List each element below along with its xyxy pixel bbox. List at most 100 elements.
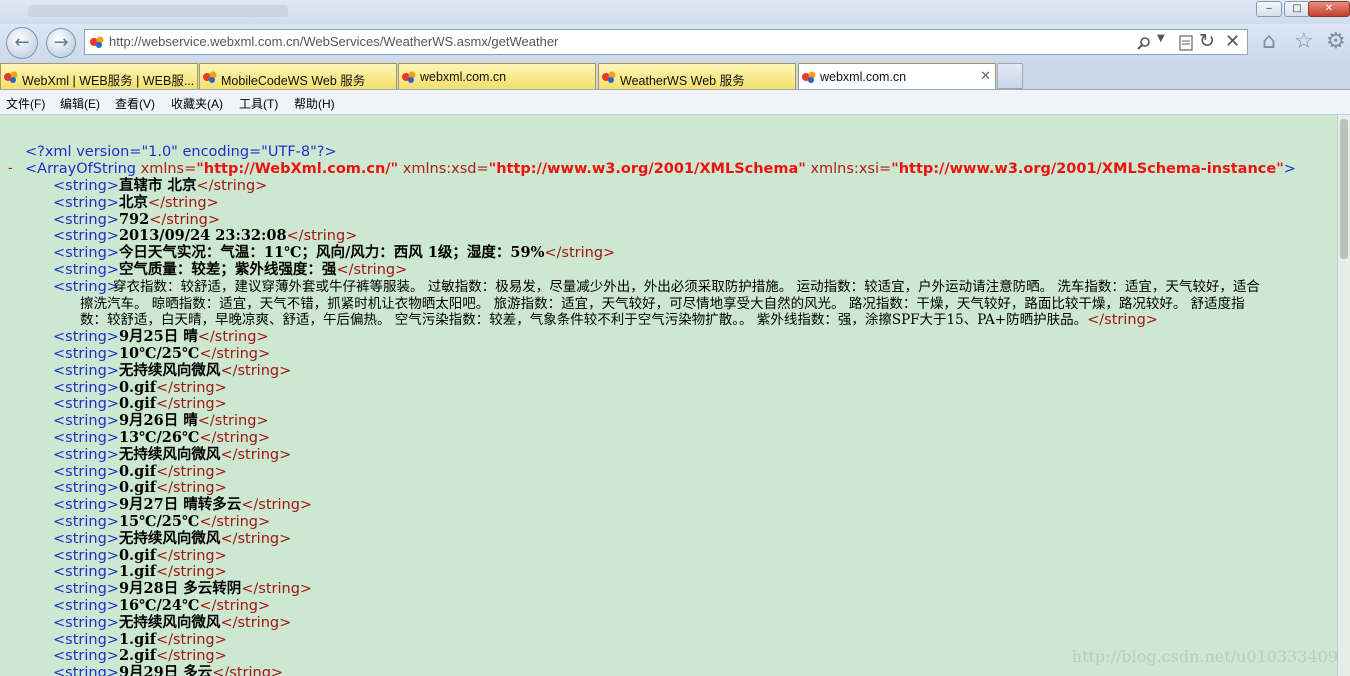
string-value: 无持续风向微风 — [118, 529, 221, 547]
string-element: <string>13℃/26℃</string> — [53, 429, 271, 446]
string-element: <string>0.gif</string> — [53, 479, 227, 497]
index-string-element: <string> — [53, 278, 119, 295]
menu-favorites[interactable]: 收藏夹(A) — [171, 95, 223, 112]
string-element: <string>今日天气实况：气温：11℃；风向/风力：西风 1级；湿度：59%… — [53, 244, 616, 262]
string-element: <string>9月26日 晴</string> — [53, 412, 269, 430]
xml-document: <?xml version="1.0" encoding="UTF-8"?> -… — [0, 115, 1350, 676]
menu-edit[interactable]: 编辑(E) — [60, 95, 100, 112]
navigation-bar: ← → http://webservice.webxml.com.cn/WebS… — [0, 24, 1350, 62]
string-value: 直辖市 北京 — [118, 177, 197, 194]
string-value: 0.gif — [118, 378, 156, 396]
new-tab-button[interactable] — [997, 63, 1023, 89]
tab-weatherws[interactable]: WeatherWS Web 服务 — [598, 63, 796, 89]
window-title-blurred — [28, 5, 288, 17]
string-element: <string>10℃/25℃</string> — [53, 345, 271, 362]
menu-help[interactable]: 帮助(H) — [294, 95, 335, 112]
address-bar[interactable]: http://webservice.webxml.com.cn/WebServi… — [84, 29, 1248, 55]
tab-active-webxml[interactable]: webxml.com.cn ✕ — [798, 63, 996, 89]
string-value: 无持续风向微风 — [118, 445, 221, 463]
menu-view[interactable]: 查看(V) — [115, 95, 155, 112]
address-url[interactable]: http://webservice.webxml.com.cn/WebServi… — [109, 34, 558, 49]
tab-label: webxml.com.cn — [420, 70, 507, 84]
tab-mobilecodews[interactable]: MobileCodeWS Web 服务 — [199, 63, 397, 89]
home-icon[interactable]: ⌂ — [1262, 29, 1276, 55]
refresh-button[interactable]: ↻ — [1199, 30, 1215, 52]
tab-label: WebXml | WEB服务 | WEB服... — [22, 74, 195, 88]
close-tab-icon[interactable]: ✕ — [980, 68, 991, 84]
string-element: <string>0.gif</string> — [53, 395, 227, 413]
string-element: <string>2.gif</string> — [53, 647, 227, 665]
vertical-scrollbar[interactable] — [1337, 115, 1350, 676]
site-favicon-icon — [203, 71, 217, 83]
site-favicon-icon — [402, 71, 416, 83]
tab-bar: WebXml | WEB服务 | WEB服... MobileCodeWS We… — [0, 62, 1350, 90]
index-text-line: 数：较舒适，白天晴，早晚凉爽、舒适，午后偏热。 空气污染指数：较差，气象条件较不… — [80, 312, 1158, 329]
favorites-star-icon[interactable]: ☆ — [1294, 29, 1314, 55]
stop-button[interactable]: ✕ — [1225, 31, 1240, 52]
forward-button[interactable]: → — [46, 28, 76, 58]
string-value: 16℃/24℃ — [118, 597, 200, 614]
menu-tools[interactable]: 工具(T) — [239, 95, 278, 112]
back-button[interactable]: ← — [6, 27, 38, 59]
string-value: 9月27日 晴转多云 — [118, 496, 242, 514]
tab-label: webxml.com.cn — [820, 70, 907, 84]
tab-webxml[interactable]: WebXml | WEB服务 | WEB服... — [0, 63, 198, 89]
string-element: <string>无持续风向微风</string> — [53, 529, 292, 547]
string-value: 0.gif — [118, 479, 156, 497]
string-value: 792 — [118, 210, 150, 228]
scrollbar-thumb[interactable] — [1340, 119, 1348, 259]
menu-file[interactable]: 文件(F) — [6, 95, 45, 112]
string-value: 0.gif — [118, 395, 156, 413]
string-element: <string>16℃/24℃</string> — [53, 597, 271, 614]
minimize-button[interactable]: ‒ — [1256, 1, 1282, 17]
string-element: <string>直辖市 北京</string> — [53, 177, 268, 194]
string-element: <string>9月25日 晴</string> — [53, 328, 269, 346]
string-value: 15℃/25℃ — [118, 513, 200, 530]
watermark: http://blog.csdn.net/u010333409 — [1071, 647, 1338, 666]
string-element: <string>0.gif</string> — [53, 546, 227, 564]
string-element: <string>0.gif</string> — [53, 378, 227, 396]
string-value: 1.gif — [118, 563, 156, 581]
tab-label: MobileCodeWS Web 服务 — [221, 74, 366, 88]
string-element: <string>9月28日 多云转阴</string> — [53, 580, 313, 598]
xml-declaration: <?xml version="1.0" encoding="UTF-8"?> — [25, 144, 337, 160]
tab-label: WeatherWS Web 服务 — [620, 74, 745, 88]
gear-icon[interactable]: ⚙ — [1326, 29, 1346, 55]
string-element: <string>北京</string> — [53, 193, 219, 211]
tab-webxml-com-cn[interactable]: webxml.com.cn — [398, 63, 596, 89]
string-value: 9月25日 晴 — [118, 328, 198, 346]
string-element: <string>15℃/25℃</string> — [53, 513, 271, 530]
string-element: <string>无持续风向微风</string> — [53, 445, 292, 463]
search-icon[interactable] — [1137, 36, 1151, 50]
string-value: 9月29日 多云 — [118, 664, 213, 676]
string-value: 北京 — [118, 193, 148, 211]
index-text-line: 穿衣指数：较舒适，建议穿薄外套或牛仔裤等服装。 过敏指数：极易发，尽量减少外出，… — [113, 278, 1260, 295]
string-value: 空气质量：较差；紫外线强度：强 — [118, 261, 337, 278]
string-element: <string>9月27日 晴转多云</string> — [53, 496, 313, 514]
site-favicon-icon — [602, 71, 616, 83]
index-text-line: 擦洗汽车。 晾晒指数：适宜，天气不错，抓紧时机让衣物晒太阳吧。 旅游指数：适宜，… — [80, 295, 1245, 312]
menu-bar: 文件(F) 编辑(E) 查看(V) 收藏夹(A) 工具(T) 帮助(H) — [0, 90, 1350, 115]
string-value: 10℃/25℃ — [118, 345, 200, 362]
site-favicon-icon — [90, 36, 104, 48]
compatibility-view-icon[interactable] — [1179, 35, 1193, 51]
close-window-button[interactable]: ✕ — [1308, 1, 1350, 17]
string-value: 无持续风向微风 — [118, 361, 221, 379]
string-value: 无持续风向微风 — [118, 613, 221, 631]
window-title-bar: ‒ □ ✕ — [0, 0, 1350, 24]
root-element-open: <ArrayOfString xmlns="http://WebXml.com.… — [25, 161, 1296, 177]
string-value: 今日天气实况：气温：11℃；风向/风力：西风 1级；湿度：59% — [118, 244, 545, 262]
string-element: <string>无持续风向微风</string> — [53, 613, 292, 631]
string-value: 13℃/26℃ — [118, 429, 200, 446]
string-element: <string>9月29日 多云</string> — [53, 664, 283, 676]
string-element: <string>空气质量：较差；紫外线强度：强</string> — [53, 261, 408, 278]
string-value: 0.gif — [118, 462, 156, 480]
string-value: 2.gif — [118, 647, 156, 665]
maximize-button[interactable]: □ — [1284, 1, 1310, 17]
site-favicon-icon — [802, 71, 816, 83]
site-favicon-icon — [4, 71, 18, 83]
string-value: 0.gif — [118, 546, 156, 564]
dropdown-chevron-icon[interactable]: ▼ — [1157, 33, 1165, 44]
collapse-toggle[interactable]: - — [8, 161, 13, 178]
string-value: 2013/09/24 23:32:08 — [118, 227, 287, 245]
